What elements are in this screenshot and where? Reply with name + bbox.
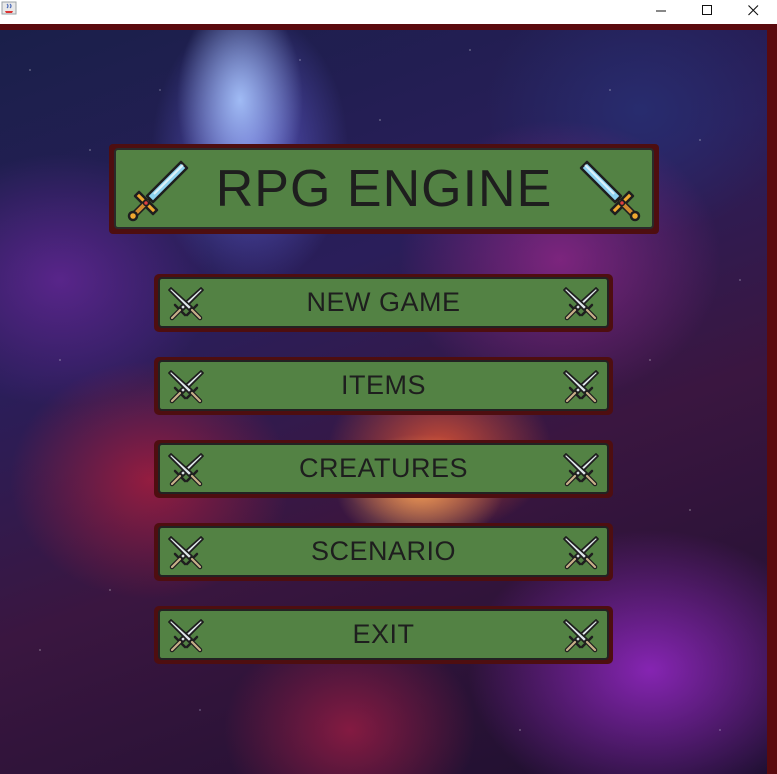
crossed-swords-icon	[562, 617, 600, 655]
items-button[interactable]: ITEMS	[154, 357, 613, 415]
creatures-label: CREATURES	[298, 453, 469, 483]
minimize-icon	[655, 10, 666, 11]
button-face: NEW GAME	[158, 277, 609, 328]
crossed-swords-icon	[562, 451, 600, 489]
button-face: EXIT	[158, 609, 609, 660]
new-game-button[interactable]: NEW GAME	[154, 274, 613, 332]
scenario-button[interactable]: SCENARIO	[154, 523, 613, 581]
java-cup-icon	[1, 1, 17, 15]
crossed-swords-icon	[167, 617, 205, 655]
minimize-button[interactable]	[638, 0, 684, 20]
new-game-label: NEW GAME	[306, 287, 461, 317]
crossed-swords-icon	[562, 368, 600, 406]
close-button[interactable]	[730, 0, 776, 20]
sword-icon	[577, 158, 641, 222]
game-frame: RPG ENGINE NEW GAME ITEMS CREATURES SCEN…	[0, 24, 777, 774]
sword-icon	[127, 158, 191, 222]
crossed-swords-icon	[167, 368, 205, 406]
title-banner: RPG ENGINE	[109, 144, 659, 234]
creatures-button[interactable]: CREATURES	[154, 440, 613, 498]
button-face: CREATURES	[158, 443, 609, 494]
exit-button[interactable]: EXIT	[154, 606, 613, 664]
items-label: ITEMS	[340, 370, 426, 400]
nebula-background: RPG ENGINE NEW GAME ITEMS CREATURES SCEN…	[0, 30, 767, 774]
button-face: ITEMS	[158, 360, 609, 411]
exit-label: EXIT	[352, 619, 415, 649]
window-title-bar	[0, 0, 777, 24]
maximize-icon	[701, 4, 712, 15]
crossed-swords-icon	[167, 534, 205, 572]
crossed-swords-icon	[167, 451, 205, 489]
close-icon	[747, 4, 758, 15]
button-face: SCENARIO	[158, 526, 609, 577]
crossed-swords-icon	[562, 534, 600, 572]
scenario-label: SCENARIO	[310, 536, 457, 566]
game-title: RPG ENGINE	[215, 159, 553, 218]
crossed-swords-icon	[562, 285, 600, 323]
maximize-button[interactable]	[684, 0, 730, 20]
title-panel: RPG ENGINE	[114, 148, 654, 229]
crossed-swords-icon	[167, 285, 205, 323]
